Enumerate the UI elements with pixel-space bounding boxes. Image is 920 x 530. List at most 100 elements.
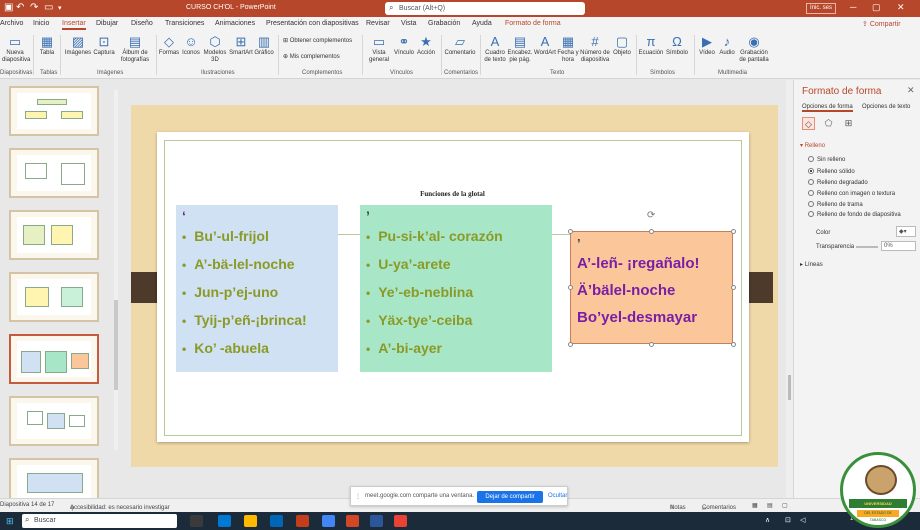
numero-diapositiva-button[interactable]: # Número de diapositiva [579, 34, 611, 64]
resize-handle[interactable] [731, 342, 736, 347]
fill-line-icon[interactable]: ◇ [802, 117, 815, 130]
simbolo-button[interactable]: Ω Símbolo [664, 34, 690, 57]
office-icon[interactable] [296, 515, 309, 527]
grafico-button[interactable]: ▥ Gráfico [253, 34, 275, 57]
color-picker[interactable]: ◆▾ [896, 226, 916, 237]
normal-view-icon[interactable]: ▦ [752, 502, 758, 509]
accion-button[interactable]: ★ Acción [415, 34, 437, 57]
volume-icon[interactable]: ◁ [800, 516, 805, 524]
reading-view-icon[interactable]: ▢ [782, 502, 788, 509]
tab-opciones-forma[interactable]: Opciones de forma [802, 104, 853, 112]
resize-handle[interactable] [731, 285, 736, 290]
signin-button[interactable]: Inic. ses [806, 3, 836, 14]
mis-complementos-button[interactable]: ⊕ Mis complementos [283, 54, 340, 61]
pane-close-icon[interactable]: ✕ [907, 85, 915, 96]
slide-thumbnail[interactable] [9, 148, 99, 198]
box-glottal-3-selected[interactable]: ’ A’-leñ- ¡regañalo! Ä’bälel-noche Bo’ye… [570, 231, 733, 344]
captura-button[interactable]: ⊡ Captura [93, 34, 115, 57]
powerpoint-icon[interactable] [346, 515, 359, 527]
formas-button[interactable]: ◇ Formas [158, 34, 180, 57]
tab-insertar[interactable]: Insertar [62, 20, 86, 30]
undo-icon[interactable]: ↶ [16, 2, 24, 13]
rotate-handle-icon[interactable]: ⟳ [647, 210, 655, 221]
resize-handle[interactable] [568, 342, 573, 347]
nueva-diapositiva-button[interactable]: ▭ Nueva diapositiva [2, 34, 30, 64]
effects-icon[interactable]: ⬠ [822, 117, 835, 130]
tab-revisar[interactable]: Revisar [366, 20, 390, 27]
tab-ayuda[interactable]: Ayuda [472, 20, 492, 27]
store-icon[interactable] [270, 515, 283, 527]
search-box[interactable]: ⌕ Buscar (Alt+Q) [385, 2, 585, 15]
box-glottal-1[interactable]: ‘ • Bu’-ul-frijol • A’-bä-lel-noche • Jun-p… [176, 205, 338, 372]
customize-qat-icon[interactable]: ▾ [58, 4, 62, 12]
editor-scrollbar-thumb[interactable] [788, 375, 791, 400]
tab-archivo[interactable]: Archivo [0, 20, 23, 27]
resize-handle[interactable] [568, 229, 573, 234]
size-properties-icon[interactable]: ⊞ [842, 117, 855, 130]
radio-relleno-solido[interactable]: Relleno sólido [808, 168, 855, 175]
stop-sharing-button[interactable]: Dejar de compartir [477, 491, 543, 503]
task-view-icon[interactable] [190, 515, 203, 527]
imagenes-button[interactable]: ▨ Imágenes [63, 34, 93, 57]
tab-transiciones[interactable]: Transiciones [165, 20, 204, 27]
radio-sin-relleno[interactable]: Sin relleno [808, 156, 845, 163]
tab-diseno[interactable]: Diseño [131, 20, 153, 27]
smartart-button[interactable]: ⊞ SmartArt [228, 34, 254, 57]
sorter-view-icon[interactable]: ▤ [767, 502, 773, 509]
tray-chevron-icon[interactable]: ∧ [765, 516, 770, 524]
tab-grabacion[interactable]: Grabación [428, 20, 460, 27]
file-explorer-icon[interactable] [244, 515, 257, 527]
cuadro-texto-button[interactable]: A Cuadro de texto [483, 34, 507, 64]
tab-dibujar[interactable]: Dibujar [96, 20, 118, 27]
audio-button[interactable]: ♪ Audio [717, 34, 737, 57]
radio-relleno-degradado[interactable]: Relleno degradado [808, 179, 868, 186]
drag-handle-icon[interactable]: ⋮ [355, 493, 361, 500]
iconos-button[interactable]: ☺ Iconos [180, 34, 202, 57]
objeto-button[interactable]: ▢ Objeto [611, 34, 633, 57]
ecuacion-button[interactable]: π Ecuación [638, 34, 664, 57]
tab-presentacion[interactable]: Presentación con diapositivas [266, 20, 359, 27]
fecha-hora-button[interactable]: ▦ Fecha y hora [557, 34, 579, 64]
modelos-3d-button[interactable]: ⬡ Modelos 3D [202, 34, 228, 64]
windows-start-icon[interactable]: ⊞ [6, 516, 14, 527]
minimize-icon[interactable]: ─ [850, 2, 856, 12]
resize-handle[interactable] [731, 229, 736, 234]
slide-thumbnail[interactable] [9, 210, 99, 260]
tab-opciones-texto[interactable]: Opciones de texto [862, 104, 910, 110]
encabezado-button[interactable]: ▤ Encabez. pie pág. [507, 34, 533, 64]
vinculo-button[interactable]: ⚭ Vínculo [393, 34, 415, 57]
taskbar-search[interactable]: ⌕ Buscar [22, 514, 177, 528]
radio-relleno-fondo[interactable]: Relleno de fondo de diapositiva [808, 211, 901, 218]
maximize-icon[interactable]: ▢ [872, 2, 881, 13]
tab-animaciones[interactable]: Animaciones [215, 20, 255, 27]
radio-relleno-trama[interactable]: Relleno de trama [808, 201, 863, 208]
album-button[interactable]: ▤ Álbum de fotografías [117, 34, 153, 64]
wordart-button[interactable]: A WordArt [533, 34, 557, 57]
transparency-slider[interactable] [856, 246, 878, 248]
obtener-complementos-button[interactable]: ⊞ Obtener complementos [283, 38, 352, 45]
network-icon[interactable]: ⊡ [785, 516, 791, 524]
present-icon[interactable]: ▭ [44, 2, 53, 13]
chrome-icon[interactable] [322, 515, 335, 527]
tabla-button[interactable]: ▦ Tabla [36, 34, 58, 57]
share-button[interactable]: ⇪ Compartir [862, 20, 901, 28]
close-icon[interactable]: ✕ [897, 2, 905, 13]
word-icon[interactable] [370, 515, 383, 527]
slide-thumbnail[interactable] [9, 272, 99, 322]
comentario-button[interactable]: ▱ Comentario [444, 34, 476, 57]
lineas-section-header[interactable]: ▸ Líneas [800, 261, 823, 268]
edge-icon[interactable] [218, 515, 231, 527]
slide-thumbnail[interactable] [9, 86, 99, 136]
grabacion-pantalla-button[interactable]: ◉ Grabación de pantalla [737, 34, 771, 64]
box-glottal-2[interactable]: ’ • Pu-si-k’al- corazón • U-ya’-arete • Ye’… [360, 205, 552, 372]
transparency-input[interactable]: 0% [881, 241, 916, 251]
radio-relleno-imagen[interactable]: Relleno con imagen o textura [808, 190, 895, 197]
slide-title[interactable]: Funciones de la glotal [360, 190, 545, 198]
vista-general-button[interactable]: ▭ Vista general [366, 34, 392, 64]
redo-icon[interactable]: ↷ [30, 2, 38, 13]
tab-vista[interactable]: Vista [401, 20, 416, 27]
hide-notice-button[interactable]: Ocultar [548, 493, 567, 499]
slide-thumbnail-selected[interactable] [9, 334, 99, 384]
resize-handle[interactable] [649, 342, 654, 347]
video-button[interactable]: ▶ Vídeo [697, 34, 717, 57]
